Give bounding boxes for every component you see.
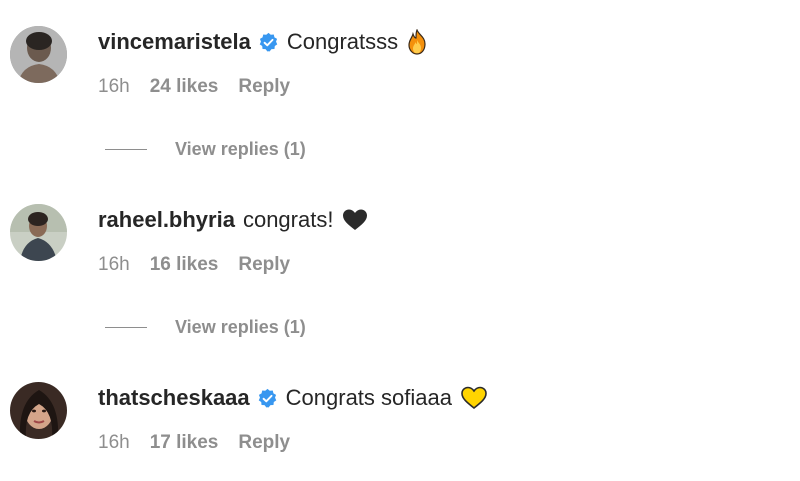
- likes-count[interactable]: 16 likes: [150, 253, 219, 277]
- black-heart-emoji-icon: [341, 208, 369, 232]
- comment-text: congrats!: [242, 207, 334, 232]
- reply-button[interactable]: Reply: [238, 431, 290, 455]
- comment-body: vincemaristela Congratsss: [98, 27, 428, 57]
- username[interactable]: vincemaristela: [98, 27, 251, 57]
- comment-meta: 16h 16 likes Reply: [98, 253, 290, 277]
- comment-meta: 16h 24 likes Reply: [98, 75, 290, 99]
- divider: [105, 326, 147, 328]
- comment-body: raheel.bhyria congrats!: [98, 205, 369, 235]
- fire-emoji-icon: [406, 29, 428, 55]
- avatar[interactable]: [10, 204, 67, 261]
- avatar[interactable]: [10, 382, 67, 439]
- comment-text: Congratsss: [286, 29, 399, 54]
- reply-button[interactable]: Reply: [238, 253, 290, 277]
- timestamp: 16h: [98, 254, 130, 275]
- comment-text: Congrats sofiaaa: [285, 385, 452, 410]
- verified-badge-icon: [258, 32, 279, 53]
- timestamp: 16h: [98, 76, 130, 97]
- timestamp: 16h: [98, 432, 130, 453]
- comment-body: thatscheskaaa Congrats sofiaaa: [98, 383, 488, 413]
- username[interactable]: thatscheskaaa: [98, 383, 250, 413]
- avatar[interactable]: [10, 26, 67, 83]
- verified-badge-icon: [257, 388, 278, 409]
- divider: [105, 148, 147, 150]
- likes-count[interactable]: 24 likes: [150, 75, 219, 99]
- username[interactable]: raheel.bhyria: [98, 205, 235, 235]
- comment-meta: 16h 17 likes Reply: [98, 431, 290, 455]
- yellow-heart-emoji-icon: [460, 386, 488, 410]
- likes-count[interactable]: 17 likes: [150, 431, 219, 455]
- reply-button[interactable]: Reply: [238, 75, 290, 99]
- view-replies-label: View replies (1): [175, 317, 306, 337]
- view-replies-button[interactable]: View replies (1): [105, 137, 306, 161]
- view-replies-button[interactable]: View replies (1): [105, 315, 306, 339]
- view-replies-label: View replies (1): [175, 139, 306, 159]
